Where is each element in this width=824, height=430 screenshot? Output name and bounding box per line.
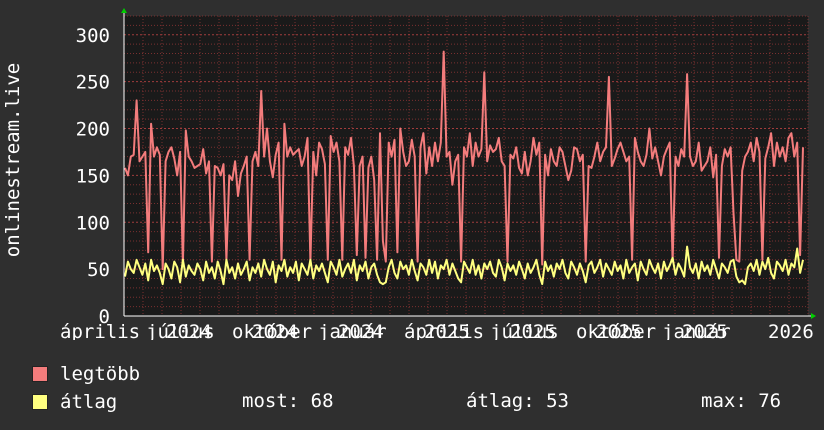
x-axis-arrow: [811, 313, 816, 319]
x-tick-label-month: április: [404, 321, 484, 340]
chart-svg: 050100150200250300 április 2024július 2024…: [60, 8, 816, 340]
y-tick-label: 250: [76, 72, 110, 94]
y-tick-label: 150: [76, 165, 110, 187]
x-tick-label-month: július: [146, 321, 215, 340]
y-tick-label: 200: [76, 119, 110, 141]
x-tick-label-month: január: [662, 321, 731, 340]
legend-item-legtobb: legtöbb: [32, 362, 140, 386]
x-tick-label-month: július: [490, 321, 559, 340]
y-tick-label: 300: [76, 25, 110, 47]
x-tick-label-month: január: [318, 321, 387, 340]
y-tick-label: 100: [76, 212, 110, 234]
stat-max: max: 76: [701, 390, 782, 412]
legend-label-legtobb: legtöbb: [60, 363, 141, 385]
legend-swatch-legtobb: [32, 366, 48, 382]
legend-label-atlag: átlag: [60, 391, 118, 413]
x-tick-label-month: október: [232, 321, 312, 340]
y-tick-label: 50: [87, 259, 110, 281]
y-axis-label: onlinestream.live: [2, 62, 24, 258]
stat-most: most: 68: [242, 390, 334, 412]
x-tick-label-month: október: [576, 321, 656, 340]
x-tick-label-month: április: [60, 321, 140, 340]
x-tick-label-year: 2026: [768, 321, 814, 340]
x-tick-labels: április 2024július 2024október 2024január 20…: [60, 321, 814, 340]
y-axis-label-wrap: onlinestream.live: [0, 40, 26, 280]
legend-item-atlag: átlag: [32, 390, 117, 414]
stat-atlag: átlag: 53: [466, 390, 569, 412]
y-tick-labels: 050100150200250300: [76, 25, 110, 328]
y-axis-arrow: [121, 8, 127, 13]
legend-swatch-atlag: [32, 394, 48, 410]
